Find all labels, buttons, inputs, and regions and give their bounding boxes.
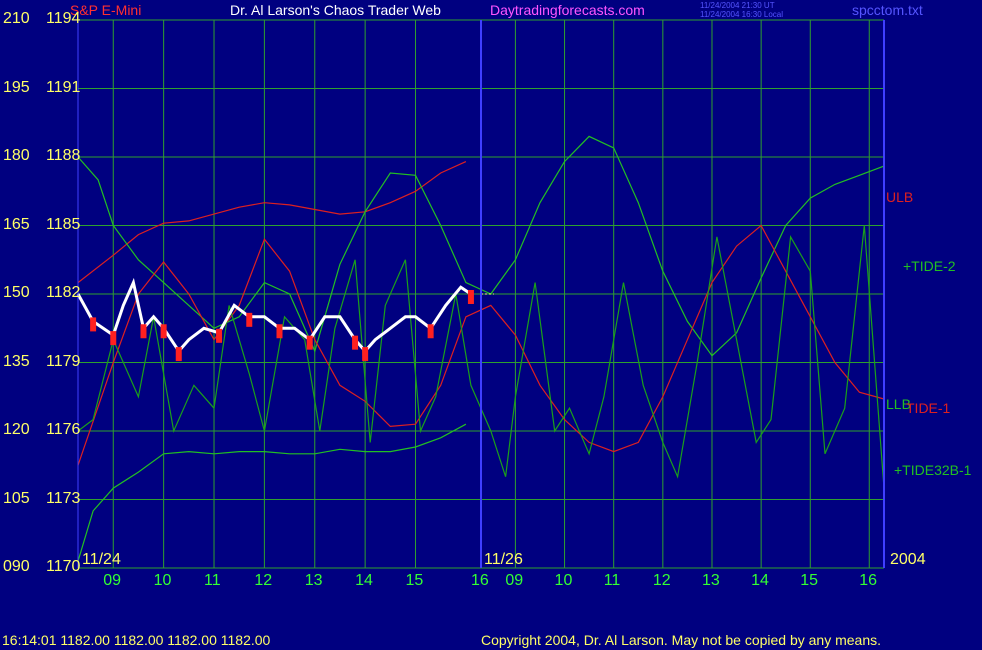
x-tick-label: 11 xyxy=(204,572,221,589)
x-tick-label: 14 xyxy=(751,572,769,589)
x-tick-label: 15 xyxy=(800,572,819,589)
chart-title: S&P E-Mini xyxy=(70,2,142,18)
price-down-bar xyxy=(467,290,474,304)
y-right-tick-label: 1194 xyxy=(46,10,81,27)
date-label: 11/26 xyxy=(484,551,523,568)
series-label-tide-2: +TIDE-2 xyxy=(903,258,956,274)
series-label-tide-1: TIDE-1 xyxy=(906,400,951,416)
x-tick-label: 15 xyxy=(405,572,424,589)
price-down-bar xyxy=(306,335,313,350)
copyright-text: Copyright 2004, Dr. Al Larson. May not b… xyxy=(481,632,882,648)
timestamp-ut: 11/24/2004 21:30 UT xyxy=(700,1,775,10)
x-tick-label: 13 xyxy=(701,572,720,589)
x-tick-label: 14 xyxy=(355,572,373,589)
y-right-tick-label: 1176 xyxy=(46,421,81,438)
site-link[interactable]: Daytradingforecasts.com xyxy=(490,2,645,18)
y-left-tick-label: 195 xyxy=(3,78,30,96)
y-right-tick-label: 1188 xyxy=(46,147,81,164)
x-tick-label: 12 xyxy=(652,572,671,589)
x-tick-label: 09 xyxy=(103,572,122,589)
price-down-bar xyxy=(246,312,253,327)
price-down-bar xyxy=(216,328,223,343)
y-left-tick-label: 120 xyxy=(3,421,30,438)
y-right-tick-label: 1185 xyxy=(46,215,81,233)
x-tick-label: 11 xyxy=(603,572,621,589)
x-tick-label: 10 xyxy=(554,572,573,589)
x-tick-label: 09 xyxy=(505,572,524,589)
timestamp-local: 11/24/2004 16:30 Local xyxy=(700,10,784,19)
price-down-bar xyxy=(362,347,369,362)
y-right-tick-label: 1182 xyxy=(46,284,81,301)
y-left-tick-label: 135 xyxy=(3,352,30,370)
page-title: Dr. Al Larson's Chaos Trader Web xyxy=(230,2,441,18)
date-label: 2004 xyxy=(890,551,926,568)
price-down-bar xyxy=(427,324,434,339)
price-down-bar xyxy=(175,347,182,362)
x-tick-label: 13 xyxy=(304,572,323,589)
price-down-bar xyxy=(110,331,117,346)
date-label: 11/24 xyxy=(82,551,121,568)
x-tick-label: 12 xyxy=(254,572,273,589)
series-label-tide32b-1: +TIDE32B-1 xyxy=(894,462,972,478)
x-tick-label: 10 xyxy=(153,572,172,589)
y-left-tick-label: 150 xyxy=(3,284,30,301)
y-left-tick-label: 090 xyxy=(3,558,30,575)
y-left-tick-label: 210 xyxy=(3,10,30,27)
y-right-tick-label: 1173 xyxy=(46,489,81,507)
series-llb xyxy=(77,423,467,562)
y-right-tick-label: 1191 xyxy=(46,78,81,96)
y-left-tick-label: 105 xyxy=(3,489,30,507)
price-down-bar xyxy=(140,324,147,339)
price-down-bar xyxy=(160,324,167,339)
y-left-tick-label: 180 xyxy=(3,147,30,164)
filename-label: spcctom.txt xyxy=(852,2,923,18)
price-down-bar xyxy=(90,317,97,332)
x-tick-label: 16 xyxy=(471,572,489,589)
x-tick-label: 16 xyxy=(859,572,878,589)
price-down-bar xyxy=(276,324,283,339)
series-label-ulb: ULB xyxy=(886,189,914,205)
y-right-tick-label: 1179 xyxy=(46,352,81,370)
price-down-bar xyxy=(352,335,359,350)
series-ulb xyxy=(77,161,467,284)
y-right-tick-label: 1170 xyxy=(46,558,81,575)
y-left-tick-label: 165 xyxy=(3,215,30,233)
quote-readout: 16:14:01 1182.00 1182.00 1182.00 1182.00 xyxy=(2,632,271,648)
